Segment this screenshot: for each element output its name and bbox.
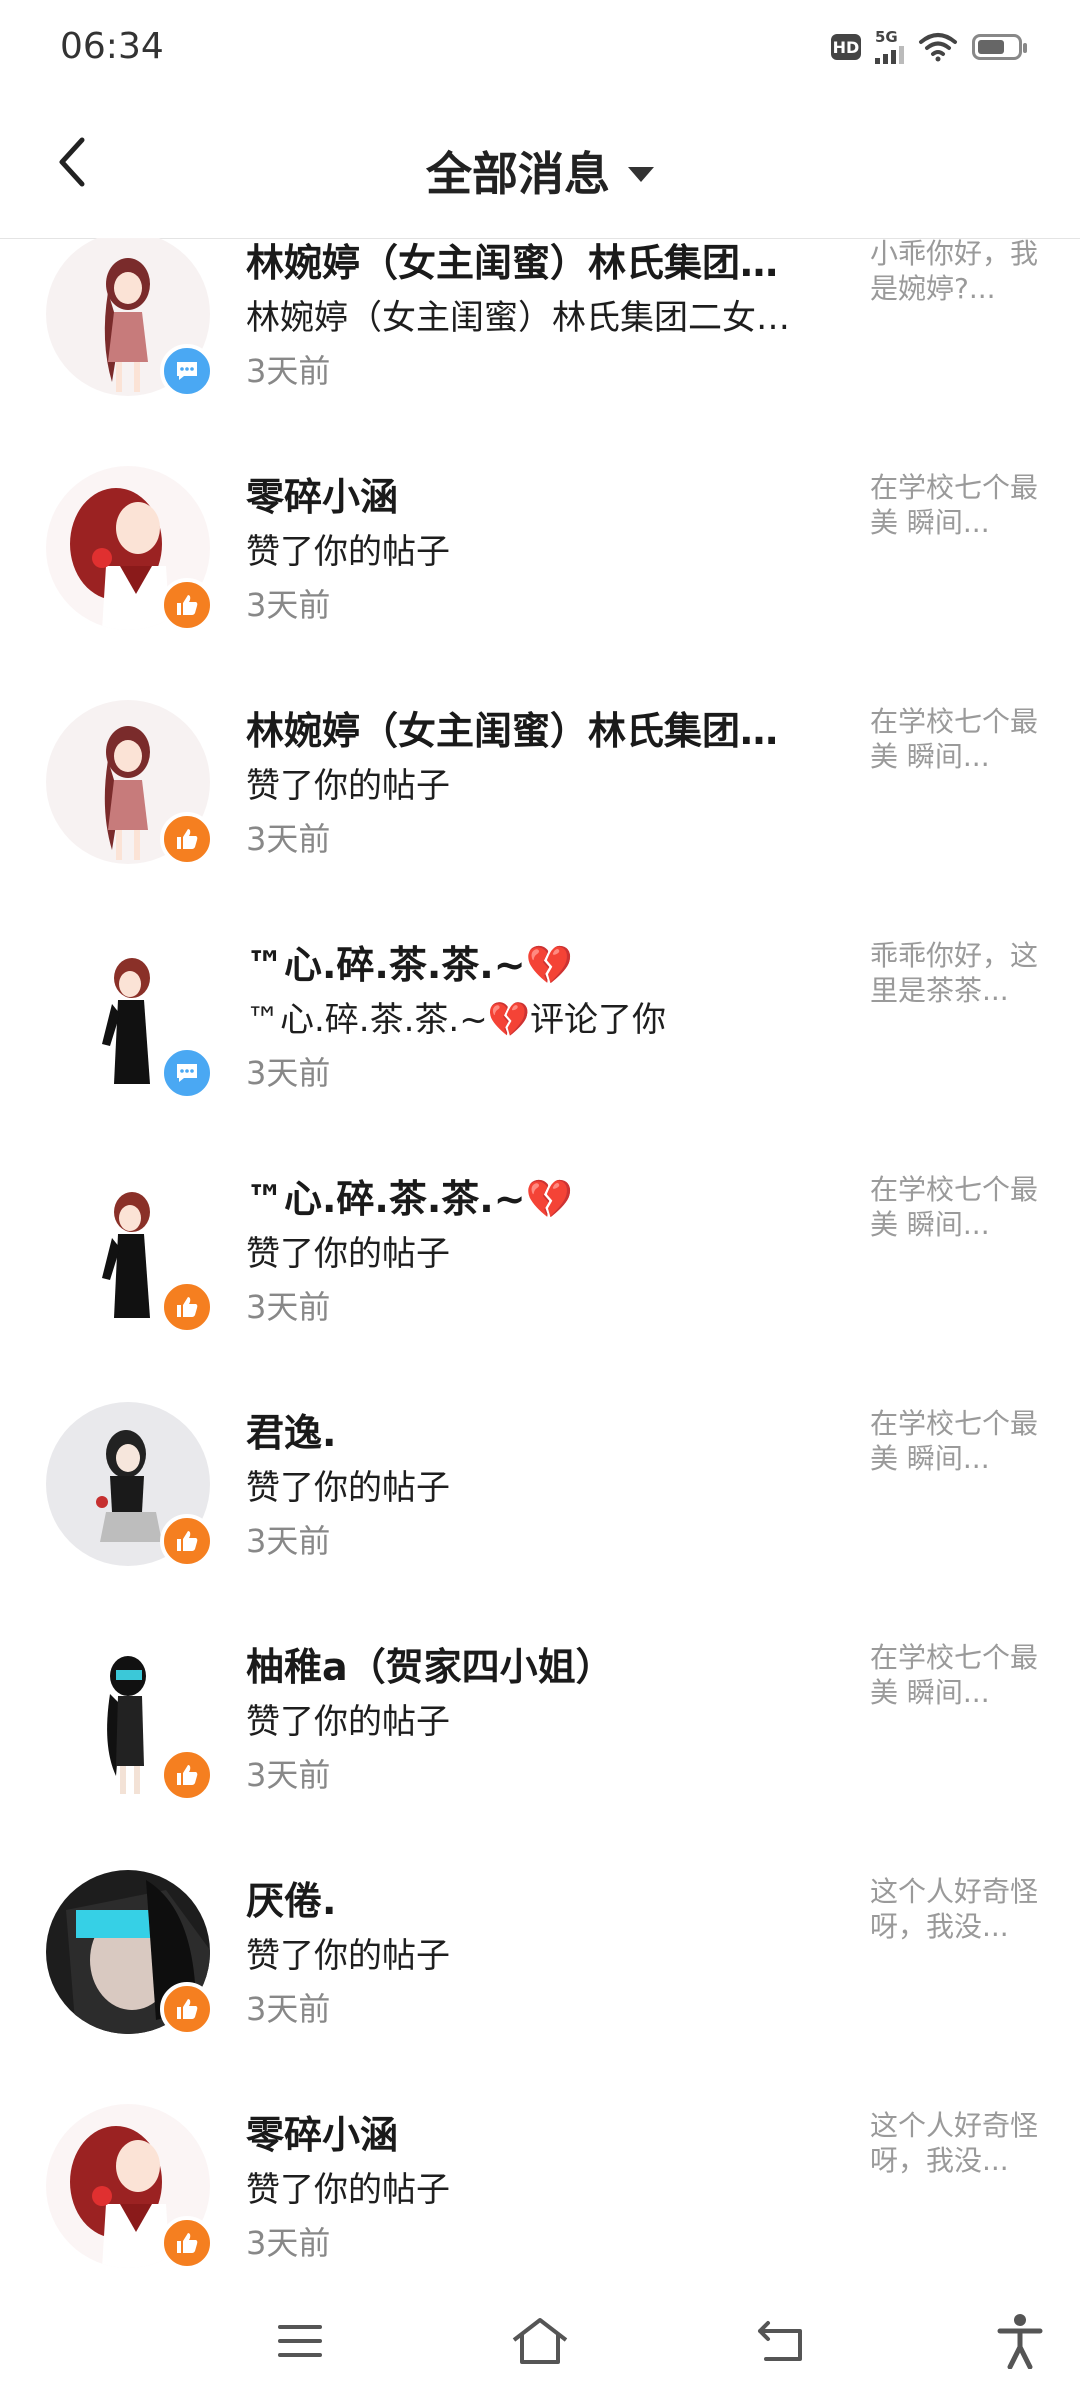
sender-name: ™心.碎.茶.茶.~💔 <box>246 1177 573 1221</box>
like-badge-icon <box>160 1514 214 1568</box>
message-row[interactable]: ™心.碎.茶.茶.~💔 ™心.碎.茶.茶.~💔评论了你 3天前 乖乖你好，这里是… <box>0 914 1080 1148</box>
battery-icon <box>972 34 1027 60</box>
post-preview[interactable]: 这个人好奇怪呀，我没... <box>870 1874 1038 1944</box>
message-time: 3天前 <box>246 352 331 390</box>
message-row[interactable]: 零碎小涵 赞了你的帖子 3天前 在学校七个最美 瞬间... <box>0 446 1080 680</box>
message-row[interactable]: 林婉婷（女主闺蜜）林氏集团… 林婉婷（女主闺蜜）林氏集团二女… 3天前 小乖你好… <box>0 238 1080 446</box>
message-action: 赞了你的帖子 <box>246 1468 450 1508</box>
nav-home-button[interactable] <box>505 2306 575 2376</box>
message-action: 赞了你的帖子 <box>246 1234 450 1274</box>
accessibility-icon <box>997 2314 1043 2369</box>
caret-down-icon <box>628 166 654 182</box>
status-time: 06:34 <box>60 26 164 67</box>
nav-back-button[interactable] <box>745 2306 815 2376</box>
post-preview[interactable]: 这个人好奇怪呀，我没... <box>870 2108 1038 2178</box>
like-badge-icon <box>160 1280 214 1334</box>
post-preview[interactable]: 在学校七个最美 瞬间... <box>870 470 1038 540</box>
message-list[interactable]: 林婉婷（女主闺蜜）林氏集团… 林婉婷（女主闺蜜）林氏集团二女… 3天前 小乖你好… <box>0 238 1080 2278</box>
nav-menu-button[interactable] <box>265 2306 335 2376</box>
message-action: 赞了你的帖子 <box>246 532 450 572</box>
post-preview[interactable]: 小乖你好，我是婉婷?... <box>870 238 1038 306</box>
message-time: 3天前 <box>246 1288 331 1326</box>
message-row[interactable]: 君逸. 赞了你的帖子 3天前 在学校七个最美 瞬间... <box>0 1382 1080 1616</box>
status-icons: HD 5G <box>831 30 1027 64</box>
message-filter-dropdown[interactable]: 全部消息 <box>0 138 1080 204</box>
message-time: 3天前 <box>246 586 331 624</box>
post-preview[interactable]: 在学校七个最美 瞬间... <box>870 1640 1038 1710</box>
home-icon <box>512 2318 568 2364</box>
like-badge-icon <box>160 578 214 632</box>
post-preview[interactable]: 在学校七个最美 瞬间... <box>870 1406 1038 1476</box>
like-badge-icon <box>160 2216 214 2270</box>
message-action: 赞了你的帖子 <box>246 1702 450 1742</box>
sender-name: 零碎小涵 <box>246 2113 399 2157</box>
post-preview[interactable]: 在学校七个最美 瞬间... <box>870 704 1038 774</box>
sender-name: 零碎小涵 <box>246 475 399 519</box>
comment-badge-icon <box>160 344 214 398</box>
status-bar: 06:34 HD 5G <box>0 0 1080 100</box>
sender-name: 君逸. <box>246 1411 337 1455</box>
wifi-icon <box>919 33 957 62</box>
hd-icon: HD <box>831 34 861 60</box>
post-preview[interactable]: 乖乖你好，这里是茶茶... <box>870 938 1038 1008</box>
comment-badge-icon <box>160 1046 214 1100</box>
message-action: ™心.碎.茶.茶.~💔评论了你 <box>246 1000 667 1040</box>
menu-icon <box>278 2325 322 2357</box>
message-action: 赞了你的帖子 <box>246 766 450 806</box>
system-nav-bar <box>0 2278 1080 2404</box>
sender-name: 林婉婷（女主闺蜜）林氏集团… <box>246 709 779 753</box>
message-time: 3天前 <box>246 1756 331 1794</box>
back-icon <box>758 2321 802 2361</box>
message-time: 3天前 <box>246 1990 331 2028</box>
message-row[interactable]: 柚稚a（贺家四小姐） 赞了你的帖子 3天前 在学校七个最美 瞬间... <box>0 1616 1080 1850</box>
message-action: 赞了你的帖子 <box>246 2170 450 2210</box>
message-row[interactable]: 厌倦. 赞了你的帖子 3天前 这个人好奇怪呀，我没... <box>0 1850 1080 2084</box>
like-badge-icon <box>160 812 214 866</box>
signal-icon: 5G <box>875 30 904 64</box>
sender-name: 林婉婷（女主闺蜜）林氏集团… <box>246 241 779 285</box>
header: 全部消息 <box>0 100 1080 239</box>
message-action: 赞了你的帖子 <box>246 1936 450 1976</box>
sender-name: 厌倦. <box>246 1879 337 1923</box>
message-time: 3天前 <box>246 1522 331 1560</box>
message-row[interactable]: ™心.碎.茶.茶.~💔 赞了你的帖子 3天前 在学校七个最美 瞬间... <box>0 1148 1080 1382</box>
message-row[interactable]: 零碎小涵 赞了你的帖子 3天前 这个人好奇怪呀，我没... <box>0 2084 1080 2278</box>
sender-name: 柚稚a（贺家四小姐） <box>246 1645 614 1689</box>
sender-name: ™心.碎.茶.茶.~💔 <box>246 943 573 987</box>
message-action: 林婉婷（女主闺蜜）林氏集团二女… <box>246 298 790 338</box>
like-badge-icon <box>160 1748 214 1802</box>
like-badge-icon <box>160 1982 214 2036</box>
page-title: 全部消息 <box>426 147 610 201</box>
post-preview[interactable]: 在学校七个最美 瞬间... <box>870 1172 1038 1242</box>
message-time: 3天前 <box>246 1054 331 1092</box>
message-time: 3天前 <box>246 820 331 858</box>
message-row[interactable]: 林婉婷（女主闺蜜）林氏集团… 赞了你的帖子 3天前 在学校七个最美 瞬间... <box>0 680 1080 914</box>
message-time: 3天前 <box>246 2224 331 2262</box>
nav-accessibility-button[interactable] <box>985 2306 1055 2376</box>
network-type: 5G <box>875 28 898 46</box>
